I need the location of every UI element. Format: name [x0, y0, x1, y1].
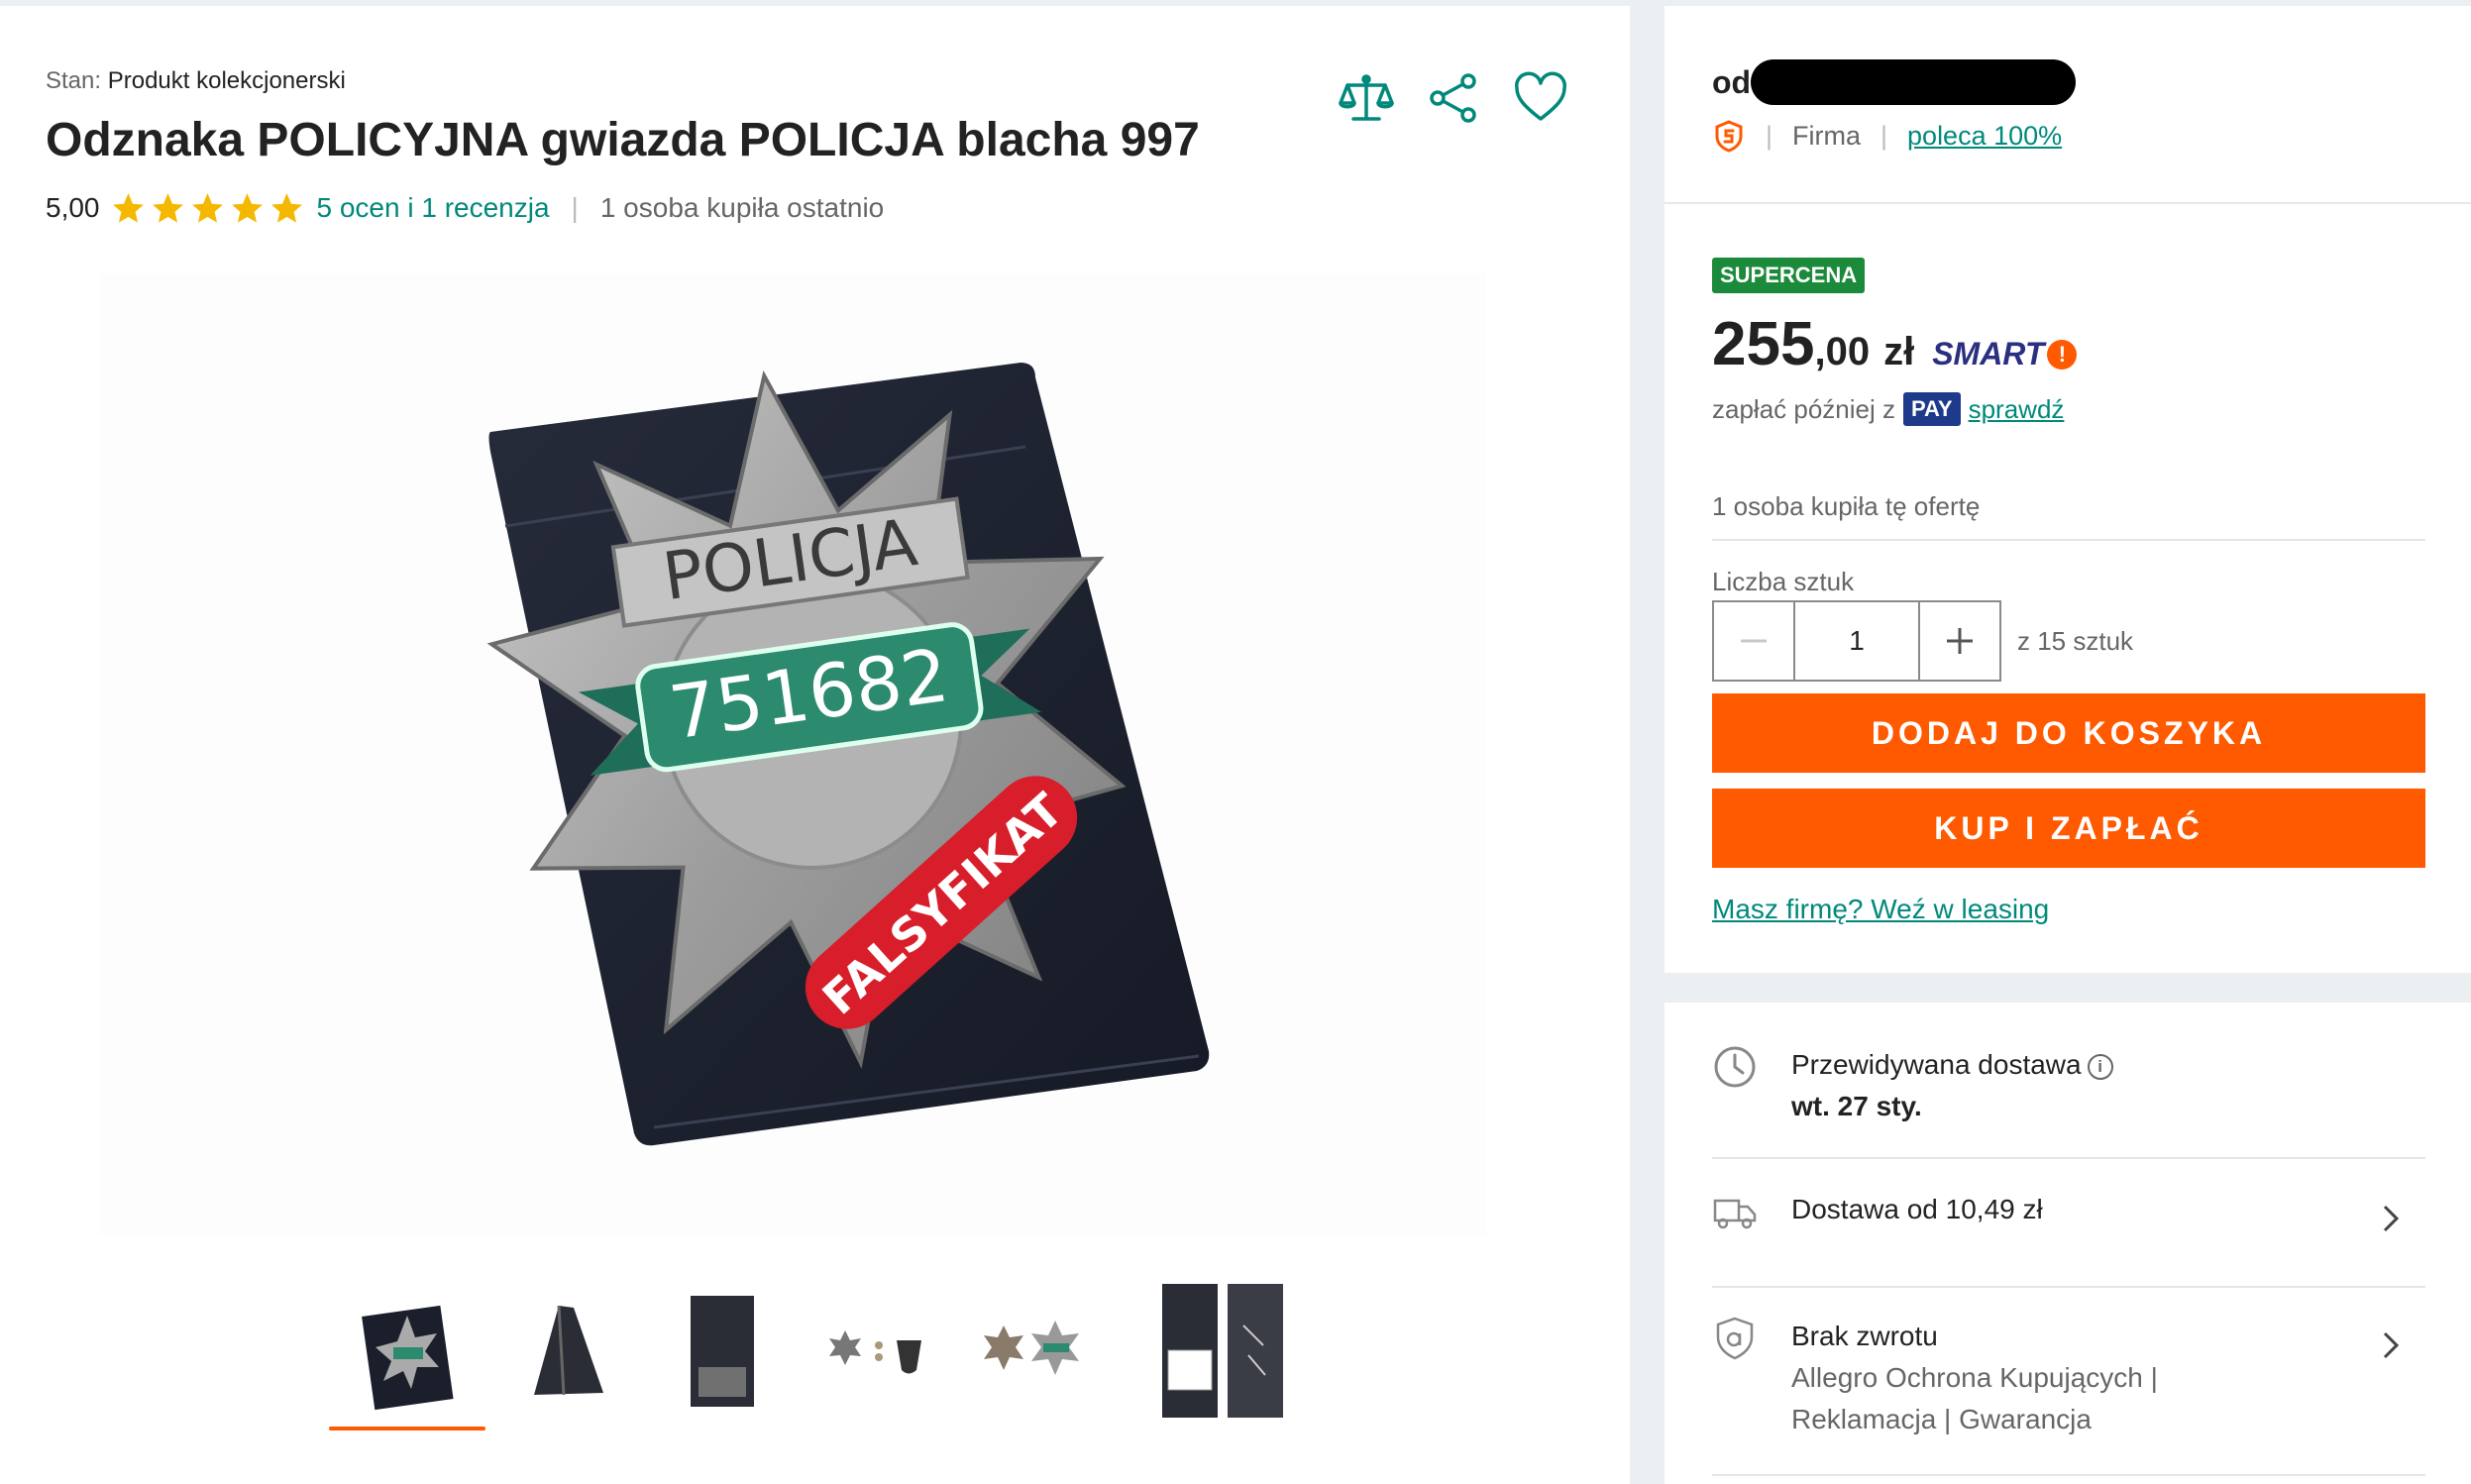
star-icon	[112, 192, 144, 223]
product-main-image[interactable]: POLICJA 751682 FALSYFIKAT	[99, 273, 1486, 1234]
smart-icon: !	[2047, 339, 2078, 370]
decrease-quantity-button[interactable]	[1714, 602, 1793, 680]
info-icon[interactable]: i	[2087, 1053, 2113, 1080]
seller-meta: | Firma | poleca 100%	[1712, 119, 2062, 153]
separator: |	[1880, 120, 1888, 151]
thumbnail-image	[534, 1305, 603, 1396]
expected-delivery-row: Przewidywana dostawa i wt. 27 sty.	[1712, 1044, 2425, 1153]
compare-button[interactable]	[1338, 69, 1395, 127]
condition: Stan: Produkt kolekcjonerski	[46, 67, 346, 95]
thumbnail[interactable]	[485, 1276, 642, 1425]
rating-row: 5,00 5 ocen i 1 recenzja | 1 osoba kupił…	[46, 188, 884, 228]
add-to-cart-button[interactable]: DODAJ DO KOSZYKA	[1712, 693, 2425, 773]
star-icon	[270, 192, 302, 223]
price-decimal: ,00	[1814, 330, 1871, 373]
share-button[interactable]	[1425, 69, 1482, 127]
seller-row: od	[1712, 59, 2077, 105]
expected-delivery-label: Przewidywana dostawa	[1791, 1049, 2082, 1080]
star-icon	[191, 192, 223, 223]
star-icon	[152, 192, 183, 223]
thumbnail-strip	[329, 1276, 1112, 1431]
return-policy-text: Brak zwrotu Allegro Ochrona Kupujących |…	[1791, 1316, 2158, 1440]
price-currency: zł	[1883, 330, 1915, 373]
return-policy-row[interactable]: Brak zwrotu Allegro Ochrona Kupujących |…	[1712, 1316, 2425, 1454]
quantity-label: Liczba sztuk	[1712, 567, 1855, 596]
protection-line-2: Reklamacja | Gwarancja	[1791, 1404, 2092, 1434]
quantity-stepper	[1712, 600, 2001, 682]
plus-icon	[1947, 628, 1973, 654]
increase-quantity-button[interactable]	[1920, 602, 1999, 680]
thumbnail[interactable]	[642, 1276, 799, 1425]
smart-badge: SMART !	[1932, 336, 2078, 372]
thumbnail-image	[362, 1305, 454, 1411]
scales-icon	[1339, 74, 1394, 121]
expected-delivery-date: wt. 27 sty.	[1791, 1091, 1922, 1121]
quantity-input[interactable]	[1793, 602, 1920, 680]
bought-offer: 1 osoba kupiła tę ofertę	[1712, 491, 1981, 521]
thumbnail-image	[984, 1321, 1079, 1375]
divider	[1712, 539, 2425, 541]
bought-recently: 1 osoba kupiła ostatnio	[599, 192, 885, 223]
price-integer: 255	[1712, 310, 1815, 378]
divider	[1712, 1286, 2425, 1288]
redacted-seller-name	[1751, 59, 2077, 105]
truck-icon	[1713, 1199, 1757, 1229]
smart-label: SMART	[1932, 336, 2045, 371]
shield-a-icon	[1716, 1317, 1754, 1360]
rating-value: 5,00	[46, 192, 100, 223]
divider	[1712, 1474, 2425, 1476]
super-seller-icon	[1715, 120, 1743, 153]
share-icon	[1430, 73, 1476, 123]
separator: |	[1766, 120, 1773, 151]
product-title: Odznaka POLICYJNA gwiazda POLICJA blacha…	[46, 114, 1200, 166]
condition-value: Produkt kolekcjonerski	[107, 67, 346, 94]
seller-prefix: od	[1712, 63, 1752, 100]
supercena-badge: SUPERCENA	[1712, 258, 1866, 293]
shipping-text: Dostawa od 10,49 zł	[1791, 1194, 2043, 1224]
favorite-button[interactable]	[1512, 69, 1569, 127]
delivery-card: Przewidywana dostawa i wt. 27 sty. Dostaw…	[1665, 1003, 2471, 1484]
divider	[1665, 202, 2471, 204]
clock-icon	[1714, 1046, 1756, 1088]
offer-card: od | Firma | poleca 100% SUPERCENA 255 ,…	[1665, 6, 2471, 973]
pay-later-row: zapłać później z PAY sprawdź	[1712, 392, 2064, 426]
pay-badge: PAY	[1903, 392, 1961, 426]
buy-now-button[interactable]: KUP I ZAPŁAĆ	[1712, 789, 2425, 868]
heart-icon	[1515, 71, 1566, 121]
product-card: Stan: Produkt kolekcjonerski Odznaka POL…	[0, 6, 1630, 1484]
price: 255 ,00 zł SMART !	[1712, 309, 2078, 379]
reviews-link[interactable]: 5 ocen i 1 recenzja	[317, 192, 550, 224]
rating-stars	[110, 190, 305, 227]
minus-icon	[1741, 639, 1767, 643]
thumbnail[interactable]	[955, 1276, 1112, 1425]
quantity-stock: z 15 sztuk	[2017, 626, 2134, 656]
product-actions	[1338, 69, 1569, 127]
thumbnail-extra[interactable]	[1154, 1276, 1293, 1425]
badge-photo: POLICJA 751682 FALSYFIKAT	[99, 273, 1486, 1234]
pay-later-text: zapłać później z	[1712, 393, 1895, 424]
thumbnail[interactable]	[799, 1276, 955, 1425]
thumbnail-image	[1162, 1284, 1283, 1418]
thumbnail[interactable]	[329, 1276, 485, 1431]
divider	[1712, 1157, 2425, 1159]
seller-recommend-link[interactable]: poleca 100%	[1907, 121, 2062, 152]
pay-check-link[interactable]: sprawdź	[1969, 394, 2065, 425]
thumbnail-image	[829, 1330, 921, 1374]
shipping-row[interactable]: Dostawa od 10,49 zł	[1712, 1189, 2425, 1278]
return-title: Brak zwrotu	[1791, 1321, 1938, 1351]
chevron-right-icon[interactable]	[2376, 1325, 2406, 1365]
separator: |	[571, 192, 579, 223]
thumbnail-image	[691, 1296, 754, 1407]
leasing-link[interactable]: Masz firmę? Weź w leasing	[1712, 894, 2049, 925]
chevron-right-icon[interactable]	[2376, 1199, 2406, 1238]
seller-type: Firma	[1792, 120, 1862, 151]
condition-label: Stan:	[46, 67, 102, 94]
expected-delivery-text: Przewidywana dostawa i wt. 27 sty.	[1791, 1044, 2113, 1127]
star-icon	[231, 192, 263, 223]
protection-line-1: Allegro Ochrona Kupujących |	[1791, 1362, 2158, 1393]
